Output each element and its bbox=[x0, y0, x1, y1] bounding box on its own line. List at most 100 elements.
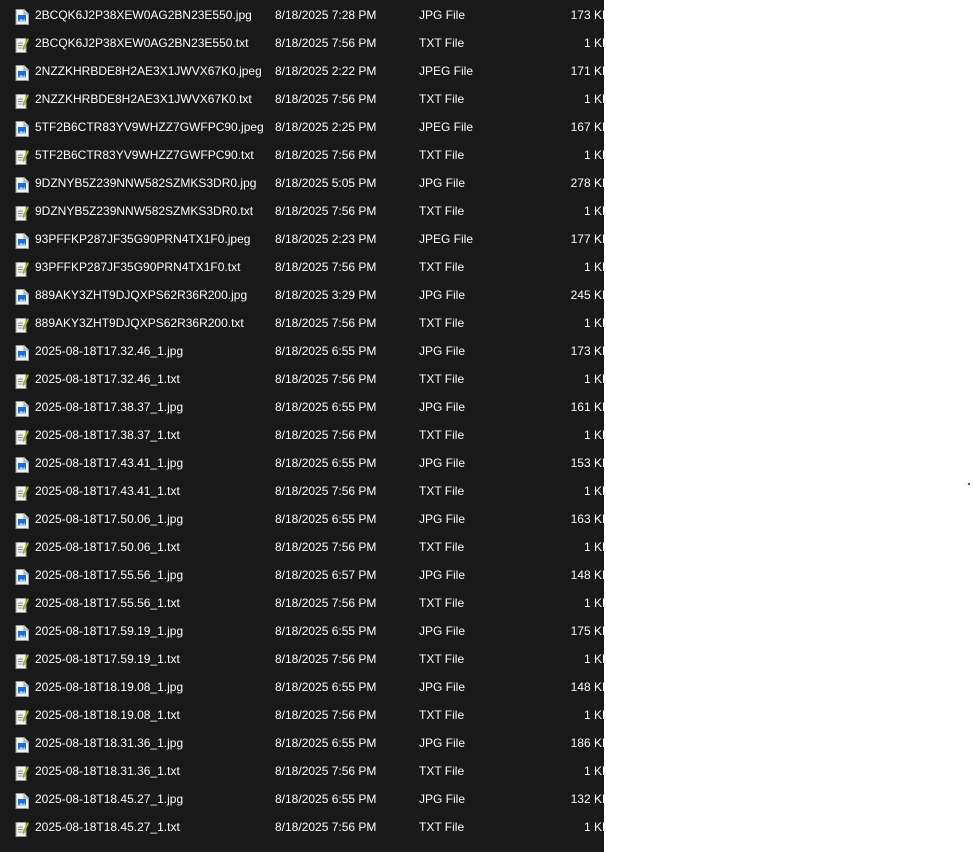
file-type: TXT File bbox=[419, 92, 465, 106]
file-row[interactable]: 889AKY3ZHT9DJQXPS62R36R200.jpg 8/18/2025 … bbox=[0, 281, 604, 309]
file-size: 1 KB bbox=[583, 36, 604, 50]
file-row[interactable]: 2025-08-18T18.19.08_1.txt 8/18/2025 7:56 … bbox=[0, 701, 604, 729]
file-name: 2025-08-18T18.31.36_1.txt bbox=[35, 764, 180, 778]
file-date-modified: 8/18/2025 7:56 PM bbox=[275, 428, 377, 442]
file-size: 148 KB bbox=[570, 680, 604, 694]
image-file-icon bbox=[15, 7, 29, 25]
file-size: 175 KB bbox=[570, 624, 604, 638]
file-size: 1 KB bbox=[583, 652, 604, 666]
file-row[interactable]: 5TF2B6CTR83YV9WHZZ7GWFPC90.jpeg 8/18/2025… bbox=[0, 113, 604, 141]
file-date-modified: 8/18/2025 7:56 PM bbox=[275, 204, 377, 218]
file-type: TXT File bbox=[419, 596, 465, 610]
text-file-icon bbox=[15, 595, 30, 613]
file-row[interactable]: 2025-08-18T18.45.27_1.jpg 8/18/2025 6:55 … bbox=[0, 785, 604, 813]
file-type: TXT File bbox=[419, 148, 465, 162]
image-file-icon bbox=[15, 63, 29, 81]
file-row[interactable]: 2BCQK6J2P38XEW0AG2BN23E550.jpg 8/18/2025 … bbox=[0, 1, 604, 29]
file-date-modified: 8/18/2025 2:25 PM bbox=[275, 120, 377, 134]
image-file-icon bbox=[15, 791, 29, 809]
file-name: 2025-08-18T18.45.27_1.txt bbox=[35, 820, 180, 834]
file-row[interactable]: 2025-08-18T17.38.37_1.jpg 8/18/2025 6:55 … bbox=[0, 393, 604, 421]
file-date-modified: 8/18/2025 2:23 PM bbox=[275, 232, 377, 246]
file-size: 1 KB bbox=[583, 540, 604, 554]
file-row[interactable]: 889AKY3ZHT9DJQXPS62R36R200.txt 8/18/2025 … bbox=[0, 309, 604, 337]
file-type: JPG File bbox=[419, 456, 466, 470]
file-type: JPG File bbox=[419, 568, 466, 582]
file-name: 2025-08-18T17.50.06_1.jpg bbox=[35, 512, 184, 526]
file-date-modified: 8/18/2025 3:29 PM bbox=[275, 288, 377, 302]
file-name: 2025-08-18T18.19.08_1.txt bbox=[35, 708, 180, 722]
file-row[interactable]: 2025-08-18T17.55.56_1.jpg 8/18/2025 6:57 … bbox=[0, 561, 604, 589]
file-row[interactable]: 9DZNYB5Z239NNW582SZMKS3DR0.jpg 8/18/2025 … bbox=[0, 169, 604, 197]
file-size: 245 KB bbox=[570, 288, 604, 302]
file-date-modified: 8/18/2025 6:55 PM bbox=[275, 400, 377, 414]
file-type: JPG File bbox=[419, 176, 466, 190]
file-size: 1 KB bbox=[583, 148, 604, 162]
file-name: 2025-08-18T17.43.41_1.txt bbox=[35, 484, 180, 498]
file-type: TXT File bbox=[419, 372, 465, 386]
file-type: TXT File bbox=[419, 540, 465, 554]
file-row[interactable]: 2025-08-18T17.55.56_1.txt 8/18/2025 7:56 … bbox=[0, 589, 604, 617]
file-row[interactable]: 2025-08-18T17.32.46_1.jpg 8/18/2025 6:55 … bbox=[0, 337, 604, 365]
file-name: 2NZZKHRBDE8H2AE3X1JWVX67K0.txt bbox=[35, 92, 252, 106]
file-name: 2025-08-18T17.43.41_1.jpg bbox=[35, 456, 184, 470]
file-row[interactable]: 5TF2B6CTR83YV9WHZZ7GWFPC90.txt 8/18/2025 … bbox=[0, 141, 604, 169]
text-file-icon bbox=[15, 35, 30, 53]
file-size: 148 KB bbox=[570, 568, 604, 582]
file-row[interactable]: 2NZZKHRBDE8H2AE3X1JWVX67K0.txt 8/18/2025 … bbox=[0, 85, 604, 113]
file-date-modified: 8/18/2025 7:56 PM bbox=[275, 540, 377, 554]
file-row[interactable]: 93PFFKP287JF35G90PRN4TX1F0.txt 8/18/2025 … bbox=[0, 253, 604, 281]
file-size: 173 KB bbox=[570, 344, 604, 358]
file-row[interactable]: 2025-08-18T18.31.36_1.jpg 8/18/2025 6:55 … bbox=[0, 729, 604, 757]
file-date-modified: 8/18/2025 7:56 PM bbox=[275, 316, 377, 330]
file-name: 2025-08-18T18.19.08_1.jpg bbox=[35, 680, 184, 694]
file-row[interactable]: 2025-08-18T17.50.06_1.jpg 8/18/2025 6:55 … bbox=[0, 505, 604, 533]
file-name: 93PFFKP287JF35G90PRN4TX1F0.jpeg bbox=[35, 232, 251, 246]
text-file-icon bbox=[15, 651, 30, 669]
file-row[interactable]: 93PFFKP287JF35G90PRN4TX1F0.jpeg 8/18/2025… bbox=[0, 225, 604, 253]
file-date-modified: 8/18/2025 7:56 PM bbox=[275, 484, 377, 498]
text-file-icon bbox=[15, 763, 30, 781]
file-row[interactable]: 2025-08-18T17.50.06_1.txt 8/18/2025 7:56 … bbox=[0, 533, 604, 561]
file-row[interactable]: 2025-08-18T17.59.19_1.jpg 8/18/2025 6:55 … bbox=[0, 617, 604, 645]
text-file-icon bbox=[15, 819, 30, 837]
file-name: 2025-08-18T17.50.06_1.txt bbox=[35, 540, 180, 554]
file-date-modified: 8/18/2025 7:56 PM bbox=[275, 652, 377, 666]
file-size: 186 KB bbox=[570, 736, 604, 750]
file-row[interactable]: 9DZNYB5Z239NNW582SZMKS3DR0.txt 8/18/2025 … bbox=[0, 197, 604, 225]
file-size: 132 KB bbox=[570, 792, 604, 806]
text-file-icon bbox=[15, 539, 30, 557]
file-row[interactable]: 2NZZKHRBDE8H2AE3X1JWVX67K0.jpeg 8/18/2025… bbox=[0, 57, 604, 85]
file-name: 2025-08-18T17.38.37_1.jpg bbox=[35, 400, 184, 414]
file-row[interactable]: 2025-08-18T18.45.27_1.txt 8/18/2025 7:56 … bbox=[0, 813, 604, 841]
text-file-icon bbox=[15, 147, 30, 165]
file-type: TXT File bbox=[419, 428, 465, 442]
file-size: 1 KB bbox=[583, 428, 604, 442]
text-file-icon bbox=[15, 427, 30, 445]
file-date-modified: 8/18/2025 6:55 PM bbox=[275, 624, 377, 638]
file-row[interactable]: 2025-08-18T17.32.46_1.txt 8/18/2025 7:56 … bbox=[0, 365, 604, 393]
file-list: 2BCQK6J2P38XEW0AG2BN23E550.jpg 8/18/2025 … bbox=[0, 1, 604, 841]
file-name: 889AKY3ZHT9DJQXPS62R36R200.txt bbox=[35, 316, 244, 330]
file-type: JPEG File bbox=[419, 232, 474, 246]
file-date-modified: 8/18/2025 5:05 PM bbox=[275, 176, 377, 190]
file-date-modified: 8/18/2025 6:55 PM bbox=[275, 736, 377, 750]
file-row[interactable]: 2025-08-18T18.19.08_1.jpg 8/18/2025 6:55 … bbox=[0, 673, 604, 701]
file-size: 163 KB bbox=[570, 512, 604, 526]
file-type: TXT File bbox=[419, 36, 465, 50]
file-name: 2025-08-18T17.55.56_1.txt bbox=[35, 596, 180, 610]
file-row[interactable]: 2025-08-18T17.43.41_1.txt 8/18/2025 7:56 … bbox=[0, 477, 604, 505]
text-file-icon bbox=[15, 483, 30, 501]
file-type: TXT File bbox=[419, 204, 465, 218]
file-type: JPG File bbox=[419, 288, 466, 302]
file-row[interactable]: 2025-08-18T17.43.41_1.jpg 8/18/2025 6:55 … bbox=[0, 449, 604, 477]
file-row[interactable]: 2025-08-18T17.59.19_1.txt 8/18/2025 7:56 … bbox=[0, 645, 604, 673]
image-file-icon bbox=[15, 679, 29, 697]
file-row[interactable]: 2025-08-18T17.38.37_1.txt 8/18/2025 7:56 … bbox=[0, 421, 604, 449]
file-row[interactable]: 2BCQK6J2P38XEW0AG2BN23E550.txt 8/18/2025 … bbox=[0, 29, 604, 57]
image-file-icon bbox=[15, 287, 29, 305]
file-date-modified: 8/18/2025 6:55 PM bbox=[275, 456, 377, 470]
file-date-modified: 8/18/2025 7:56 PM bbox=[275, 764, 377, 778]
file-name: 2025-08-18T17.32.46_1.txt bbox=[35, 372, 180, 386]
file-row[interactable]: 2025-08-18T18.31.36_1.txt 8/18/2025 7:56 … bbox=[0, 757, 604, 785]
